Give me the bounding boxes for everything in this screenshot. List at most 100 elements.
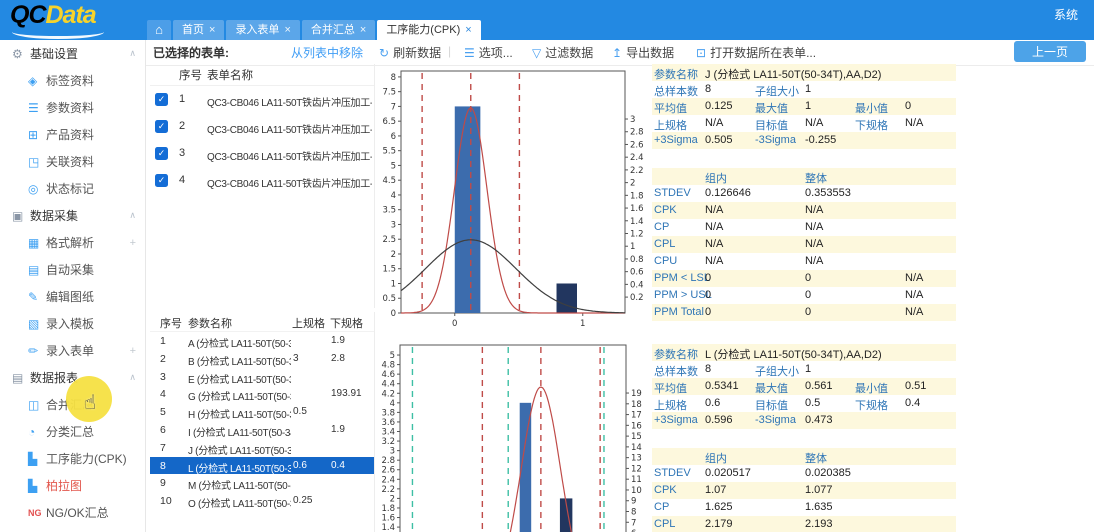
param-row-usl: 0.5 [293, 406, 307, 417]
parameter-row[interactable]: 2B (分检式 LA11-50T(50-3...32.8 [150, 350, 374, 368]
param-row-name: G (分检式 LA11-50T(50-3... [188, 388, 291, 403]
tab-close-icon[interactable]: × [209, 24, 215, 36]
tab-home[interactable]: ⌂ [147, 20, 171, 40]
tab-entry-form[interactable]: 录入表单× [226, 20, 299, 40]
sidebar-item-edit-drawing[interactable]: ✎编辑图纸 [0, 283, 145, 310]
param-row-no: 8 [160, 460, 166, 472]
parameter-row[interactable]: 1A (分检式 LA11-50T(50-3...1.9 [150, 332, 374, 350]
stats-param-value: L (分检式 LA11-50T(50-34T),AA,D2) [705, 346, 882, 362]
svg-text:7.5: 7.5 [382, 88, 396, 98]
svg-text:0.2: 0.2 [630, 293, 644, 303]
export-data-button[interactable]: ↥导出数据 [612, 44, 674, 61]
sidebar-item-format-parse[interactable]: ▦格式解析+ [0, 229, 145, 256]
gear-icon: ⚙ [12, 47, 30, 61]
form-row-name: QC3-CB046 LA11-50T铁齿片冲压加工-巡检2... [207, 148, 372, 163]
tab-merge-summary[interactable]: 合并汇总× [302, 20, 375, 40]
sidebar-item-pareto[interactable]: ▙柏拉图 [0, 472, 145, 499]
sidebar-section-basic-settings[interactable]: ⚙基础设置∧ [0, 40, 145, 67]
system-menu[interactable]: 系统 [1054, 6, 1078, 23]
parameter-row[interactable]: 9M (分检式 LA11-50T(50-3... [150, 474, 374, 492]
checkbox-checked[interactable]: ✓ [155, 120, 168, 133]
svg-text:5: 5 [390, 351, 395, 361]
parameter-row[interactable]: 10O (分检式 LA11-50T(50-3...0.25 [150, 492, 374, 510]
svg-text:4.8: 4.8 [381, 361, 395, 371]
stats-table-j: 参数名称J (分检式 LA11-50T(50-34T),AA,D2)总样本数8子… [652, 64, 956, 321]
sidebar-item-product-data[interactable]: ⊞产品资料 [0, 121, 145, 148]
parameter-row[interactable]: 4G (分检式 LA11-50T(50-3...193.91 [150, 385, 374, 403]
svg-text:4.6: 4.6 [381, 370, 395, 380]
checkbox-checked[interactable]: ✓ [155, 147, 168, 160]
tab-homepage[interactable]: 首页× [173, 20, 224, 40]
sidebar-item-category-summary[interactable]: ◔分类汇总 [0, 418, 145, 445]
param-row-name: M (分检式 LA11-50T(50-3... [188, 477, 291, 492]
tab-close-icon[interactable]: × [284, 24, 290, 36]
stats-label: +3Sigma [654, 134, 698, 146]
chevron-up-icon[interactable]: ∧ [129, 372, 136, 383]
stats-value: 0 [805, 289, 811, 301]
svg-text:15: 15 [631, 432, 642, 442]
plus-icon[interactable]: + [130, 345, 136, 357]
stats-label: 总样本数 [654, 363, 698, 379]
sidebar-item-tag-data[interactable]: ◈标签资料 [0, 67, 145, 94]
parameter-row[interactable]: 7J (分检式 LA11-50T(50-34... [150, 439, 374, 457]
checkbox-checked[interactable]: ✓ [155, 174, 168, 187]
sidebar-section-data-collection[interactable]: ▣数据采集∧ [0, 202, 145, 229]
param-row-usl: 0.6 [293, 460, 307, 471]
form-list-row[interactable]: ✓ 3 QC3-CB046 LA11-50T铁齿片冲压加工-巡检2... [150, 140, 374, 167]
parameter-row[interactable]: 6I (分检式 LA11-50T(50-34...1.9 [150, 421, 374, 439]
tab-bar: ⌂首页×录入表单×合并汇总×工序能力(CPK)× [147, 20, 481, 40]
tab-close-icon[interactable]: × [360, 24, 366, 36]
params-col-no: 序号 [160, 315, 182, 331]
svg-text:2.2: 2.2 [381, 485, 395, 495]
param-row-lsl: 0.4 [331, 460, 345, 471]
svg-text:0.6: 0.6 [630, 268, 644, 278]
remove-from-list-link[interactable]: 从列表中移除 [291, 44, 363, 61]
stats-label: CPK [654, 204, 677, 216]
form-list-row[interactable]: ✓1QC3-CB046 LA11-50T铁齿片冲压加工-巡检2... [150, 86, 374, 113]
sidebar-section-system-management[interactable]: ⊡系统管理∧ [0, 526, 145, 532]
sidebar-item-entry-form[interactable]: ✏录入表单+ [0, 337, 145, 364]
form-list-row[interactable]: ✓2QC3-CB046 LA11-50T铁齿片冲压加工-巡检2... [150, 113, 374, 140]
filter-data-button[interactable]: ▽过滤数据 [532, 44, 593, 61]
report-icon: ▤ [12, 371, 30, 385]
svg-text:1: 1 [391, 279, 396, 289]
ngok-icon: NG [28, 508, 46, 518]
svg-text:4.2: 4.2 [381, 389, 395, 399]
open-source-form-button[interactable]: ⊡打开数据所在表单... [696, 44, 816, 61]
chevron-up-icon[interactable]: ∧ [129, 210, 136, 221]
sidebar-item-relation-data[interactable]: ◳关联资料 [0, 148, 145, 175]
stats-info-row: 总样本数8子组大小1 [652, 81, 956, 98]
form-list-row[interactable]: ✓4QC3-CB046 LA11-50T铁齿片冲压加工-巡检2... [150, 167, 374, 194]
parameter-row[interactable]: 5H (分检式 LA11-50T(50-3...0.5 [150, 403, 374, 421]
stats-label: 最小值 [855, 380, 888, 396]
prev-page-button[interactable]: 上一页 [1014, 41, 1086, 62]
merge-summary-icon: ◫ [28, 398, 46, 412]
form-row-no: 1 [179, 93, 185, 105]
sidebar-item-status-mark[interactable]: ◎状态标记 [0, 175, 145, 202]
parameter-row[interactable]: 3E (分检式 LA11-50T(50-3... [150, 368, 374, 386]
sidebar-item-entry-template[interactable]: ▧录入模板 [0, 310, 145, 337]
chevron-up-icon[interactable]: ∧ [129, 48, 136, 59]
svg-text:1: 1 [630, 242, 635, 252]
tab-close-icon[interactable]: × [465, 24, 471, 36]
checkbox-checked[interactable]: ✓ [155, 93, 168, 106]
svg-text:3.4: 3.4 [381, 428, 395, 438]
sidebar-section-label: 数据采集 [30, 207, 78, 224]
sidebar-item-auto-collect[interactable]: ▤自动采集 [0, 256, 145, 283]
tab-process-capability[interactable]: 工序能力(CPK)× [377, 20, 480, 40]
svg-text:2.6: 2.6 [630, 140, 644, 150]
sidebar-item-parameter-data[interactable]: ☰参数资料 [0, 94, 145, 121]
svg-text:10: 10 [631, 486, 642, 496]
parameter-row[interactable]: 8L (分检式 LA11-50T(50-34...0.60.4 [150, 457, 374, 475]
stats-value: N/A [805, 204, 823, 216]
form-row-no: 3 [179, 147, 185, 159]
app-logo: QCData [10, 1, 96, 30]
sidebar-item-cpk[interactable]: ▙工序能力(CPK) [0, 445, 145, 472]
plus-icon[interactable]: + [130, 237, 136, 249]
stats-info-row: +3Sigma0.505-3Sigma-0.255 [652, 132, 956, 149]
param-row-name: B (分检式 LA11-50T(50-3... [188, 353, 291, 368]
product-icon: ⊞ [28, 128, 46, 142]
options-button[interactable]: ☰选项... [464, 44, 513, 61]
refresh-data-button[interactable]: ↻刷新数据 [379, 44, 441, 61]
sidebar-item-ng-ok-summary[interactable]: NGNG/OK汇总 [0, 499, 145, 526]
